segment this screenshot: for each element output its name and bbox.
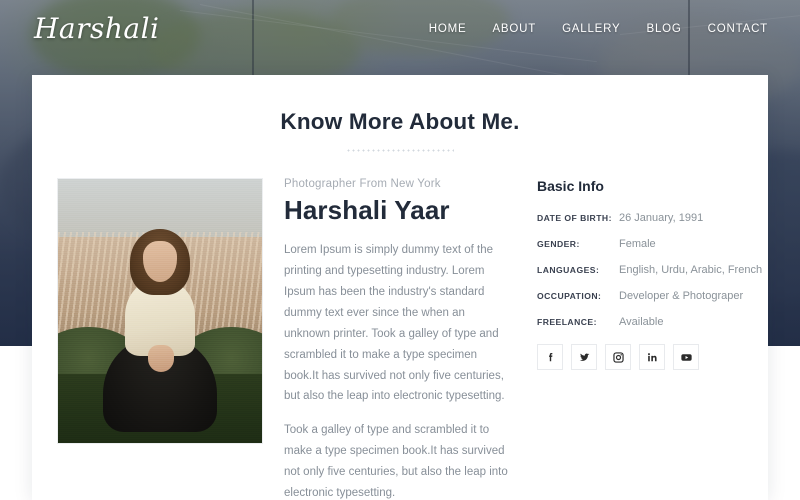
info-label-date-of-birth: DATE OF BIRTH:	[537, 213, 612, 223]
info-value-gender: Female	[619, 238, 656, 250]
basic-info-title: Basic Info	[537, 178, 604, 194]
nav-item-home[interactable]: HOME	[429, 23, 467, 35]
info-value-occupation: Developer & Photograper	[619, 290, 744, 302]
bio-paragraph-1: Lorem Ipsum is simply dummy text of the …	[284, 244, 505, 403]
bio-paragraph-2: Took a galley of type and scrambled it t…	[284, 424, 508, 500]
site-header: Harshali HOME ABOUT GALLERY BLOG CONTACT	[0, 0, 800, 58]
nav-item-blog[interactable]: BLOG	[647, 23, 682, 35]
section-header: Know More About Me.	[32, 75, 768, 152]
facebook-icon	[548, 352, 552, 361]
about-content-card: Know More About Me. Photographer From Ne…	[32, 75, 768, 500]
info-row-languages: LANGUAGES: English, Urdu, Arabic, French	[537, 264, 764, 276]
info-row-date-of-birth: DATE OF BIRTH: 26 January, 1991	[537, 212, 764, 224]
instagram-icon	[612, 351, 624, 363]
social-link-instagram[interactable]	[605, 344, 631, 370]
info-value-freelance: Available	[619, 316, 664, 328]
social-link-facebook[interactable]	[537, 344, 563, 370]
info-label-languages: LANGUAGES:	[537, 265, 600, 275]
info-value-languages: English, Urdu, Arabic, French	[619, 264, 763, 276]
info-label-freelance: FREELANCE:	[537, 317, 597, 327]
dotted-divider	[346, 149, 454, 152]
main-navigation: HOME ABOUT GALLERY BLOG CONTACT	[429, 23, 768, 35]
nav-item-about[interactable]: ABOUT	[492, 23, 536, 35]
page-title: Know More About Me.	[280, 109, 520, 134]
nav-item-contact[interactable]: CONTACT	[708, 23, 768, 35]
info-row-freelance: FREELANCE: Available	[537, 316, 764, 328]
site-logo[interactable]: Harshali	[34, 15, 160, 43]
about-page: Harshali HOME ABOUT GALLERY BLOG CONTACT…	[0, 0, 800, 500]
social-link-linkedin[interactable]	[639, 344, 665, 370]
portrait-column	[32, 178, 284, 500]
info-label-occupation: OCCUPATION:	[537, 291, 602, 301]
portrait-photo	[57, 178, 263, 444]
info-row-occupation: OCCUPATION: Developer & Photograper	[537, 290, 764, 302]
info-value-date-of-birth: 26 January, 1991	[619, 212, 704, 224]
about-body: Photographer From New York Harshali Yaar…	[32, 152, 768, 500]
social-links	[537, 344, 764, 370]
info-row-gender: GENDER: Female	[537, 238, 764, 250]
linkedin-icon	[647, 352, 657, 361]
bio-column: Photographer From New York Harshali Yaar…	[284, 178, 529, 500]
social-link-youtube[interactable]	[673, 344, 699, 370]
twitter-icon	[579, 353, 589, 361]
youtube-icon	[680, 353, 692, 361]
nav-item-gallery[interactable]: GALLERY	[562, 23, 620, 35]
info-label-gender: GENDER:	[537, 239, 580, 249]
social-link-twitter[interactable]	[571, 344, 597, 370]
basic-info-column: Basic Info DATE OF BIRTH: 26 January, 19…	[529, 178, 764, 500]
person-name: Harshali Yaar	[284, 195, 450, 225]
profession-subtitle: Photographer From New York	[284, 178, 441, 190]
